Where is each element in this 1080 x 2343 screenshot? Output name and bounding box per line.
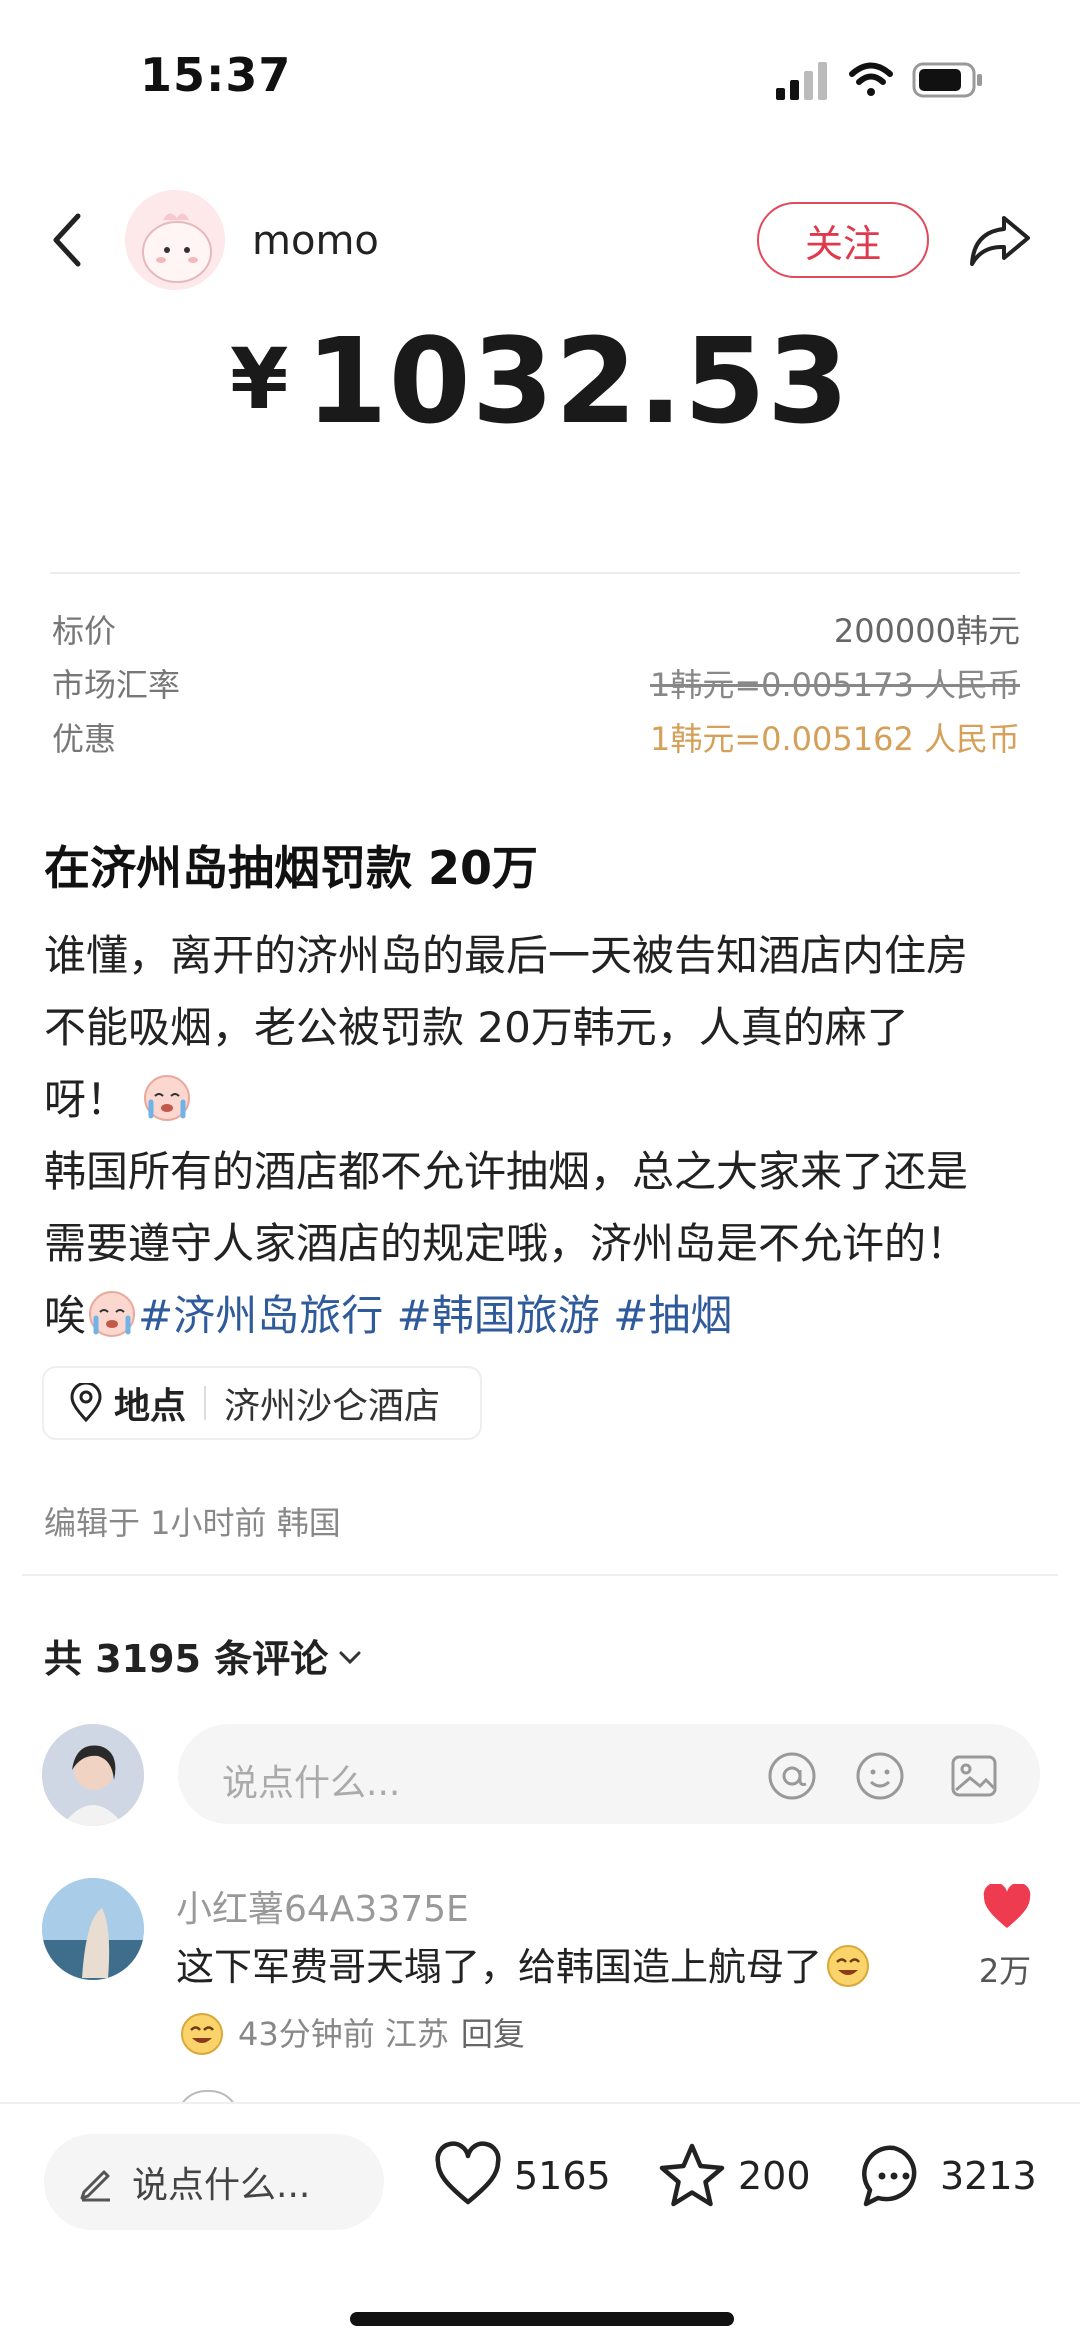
avatar-illustration (42, 1724, 144, 1826)
comment-count-label: 共 3195 条评论 (44, 1637, 329, 1681)
hashtag-link[interactable]: #韩国旅游 (397, 1291, 600, 1340)
bottom-action-bar: 说点什么... 5165 200 3213 (0, 2102, 1080, 2343)
like-count: 5165 (514, 2154, 611, 2198)
discount-label: 优惠 (52, 720, 117, 758)
comment-time-location: 43分钟前 江苏 (238, 2015, 449, 2053)
share-icon[interactable] (966, 210, 1032, 270)
mention-icon[interactable] (766, 1750, 818, 1802)
comment-input-placeholder: 说点什么... (222, 1763, 401, 1804)
hashtag-link[interactable]: #抽烟 (613, 1291, 732, 1340)
avatar-illustration (125, 190, 225, 290)
comment-like-count: 2万 (978, 1952, 1032, 1990)
post-line: 呀！ (44, 1064, 1044, 1136)
wifi-icon (849, 62, 893, 96)
battery-icon (912, 62, 982, 98)
crying-emoji-icon (144, 1075, 191, 1121)
location-separator (204, 1386, 207, 1420)
currency-symbol: ¥ (230, 330, 290, 428)
market-rate-label: 市场汇率 (52, 666, 181, 704)
star-outline-icon (659, 2143, 725, 2207)
image-icon[interactable] (948, 1750, 1000, 1802)
pencil-icon (80, 2170, 110, 2202)
comment-count[interactable]: 共 3195 条评论 (44, 1628, 362, 1683)
discount-value: 1韩元=0.005162 人民币 (649, 720, 1020, 758)
home-indicator[interactable] (350, 2312, 734, 2326)
post-line-text: 呀！ (44, 1075, 129, 1124)
laughing-emoji-icon (181, 2013, 223, 2055)
status-time: 15:37 (140, 48, 292, 102)
post-line: 不能吸烟，老公被罚款 20万韩元，人真的麻了 (44, 1003, 909, 1052)
bottom-comment-input[interactable]: 说点什么... (44, 2134, 384, 2230)
edited-time: 编辑于 1小时前 韩国 (44, 1504, 341, 1542)
divider (22, 1574, 1058, 1576)
my-avatar (42, 1724, 144, 1826)
commenter-name[interactable]: 小红薯64A3375E (176, 1880, 469, 1932)
chevron-down-icon (339, 1651, 361, 1665)
emoji-icon[interactable] (854, 1750, 906, 1802)
comment-meta: 43分钟前 江苏 回复 (176, 2006, 525, 2058)
laughing-emoji-icon (827, 1945, 870, 1987)
commenter-avatar[interactable] (42, 1878, 144, 1980)
signal-icon (776, 62, 827, 100)
divider (50, 572, 1020, 574)
market-rate-value: 1韩元=0.005173 人民币 (649, 666, 1020, 704)
location-label: 地点 (114, 1386, 187, 1427)
comment-button[interactable]: 3213 (858, 2140, 1037, 2212)
comment-text: 这下军费哥天塌了，给韩国造上航母了 (176, 1936, 874, 1991)
price-display: ¥1032.53 (0, 312, 1080, 450)
price-amount: 1032.53 (305, 312, 850, 450)
comment-count-bottom: 3213 (940, 2154, 1037, 2198)
follow-button[interactable]: 关注 (757, 202, 929, 278)
location-pin-icon (70, 1383, 102, 1423)
collect-count: 200 (738, 2154, 811, 2198)
avatar-illustration (42, 1878, 144, 1980)
heart-outline-icon (435, 2141, 501, 2205)
heart-filled-icon[interactable] (982, 1884, 1032, 1930)
comment-bubble-icon (862, 2145, 917, 2207)
post-line: 谁懂，离开的济州岛的最后一天被告知酒店内住房 (44, 931, 969, 980)
author-avatar[interactable] (125, 190, 225, 290)
list-price-label: 标价 (52, 612, 117, 650)
collect-button[interactable]: 200 (656, 2140, 811, 2212)
hashtag-link[interactable]: #济州岛旅行 (138, 1291, 383, 1340)
location-chip[interactable]: 地点 济州沙仑酒店 (42, 1366, 482, 1440)
reply-button[interactable]: 回复 (461, 2009, 525, 2055)
bottom-input-placeholder: 说点什么... (132, 2165, 311, 2206)
post-line: 韩国所有的酒店都不允许抽烟，总之大家来了还是 (44, 1147, 969, 1196)
author-name[interactable]: momo (252, 218, 379, 264)
comment-input[interactable]: 说点什么... (178, 1724, 1040, 1824)
post-line-text: 唉 (44, 1291, 87, 1340)
post-line: 唉 #济州岛旅行 #韩国旅游 #抽烟 (44, 1280, 1044, 1352)
crying-emoji-icon (89, 1291, 136, 1337)
list-price-value: 200000韩元 (833, 612, 1020, 650)
location-name: 济州沙仑酒店 (224, 1386, 441, 1427)
status-icons (776, 62, 982, 100)
post-line: 需要遵守人家酒店的规定哦，济州岛是不允许的！ (44, 1219, 969, 1268)
post-title: 在济州岛抽烟罚款 20万 (44, 841, 539, 895)
back-icon[interactable] (44, 210, 92, 270)
post-body: 谁懂，离开的济州岛的最后一天被告知酒店内住房 不能吸烟，老公被罚款 20万韩元，… (44, 920, 1044, 1352)
like-button[interactable]: 5165 (432, 2140, 611, 2212)
comment-text-content: 这下军费哥天塌了，给韩国造上航母了 (176, 1945, 823, 1989)
